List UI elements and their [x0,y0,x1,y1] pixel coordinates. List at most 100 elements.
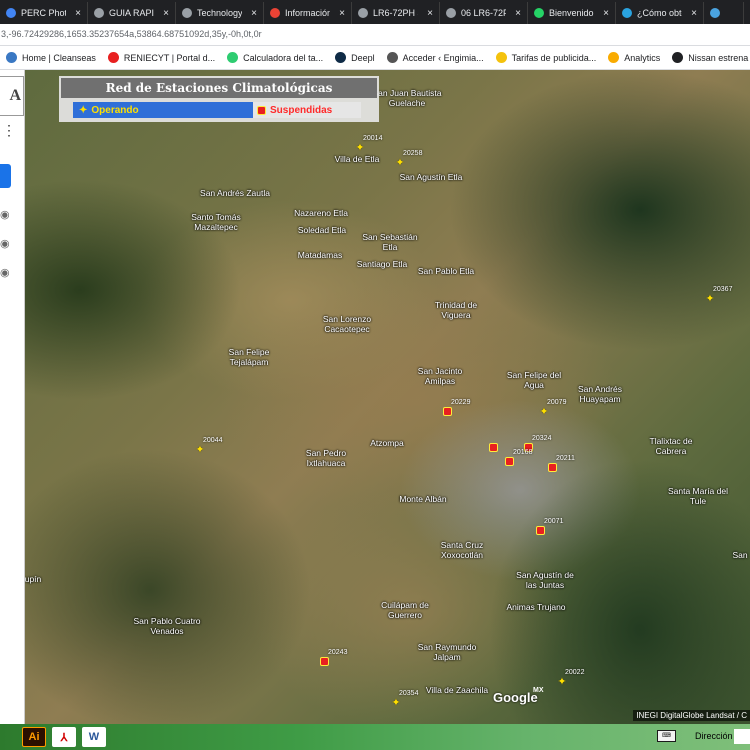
station-operating-marker[interactable]: ✦ 20079 [539,399,566,418]
station-suspended-marker[interactable]: 20168 [505,449,532,467]
station-id-label: 20324 [532,435,552,442]
word-icon[interactable]: W [82,727,106,747]
station-suspended-marker[interactable]: 20071 [536,518,563,536]
globe-icon [94,8,104,18]
bookmark-item[interactable]: Analytics [602,52,666,63]
station-suspended-marker[interactable]: 20243 [320,649,347,667]
layer-visibility-eye-icon[interactable]: ◉ [0,208,10,221]
place-label: Villa de Etla [334,154,380,164]
legend-suspended: Suspendidas [253,102,361,118]
station-operating-marker[interactable]: ✦ 20354 [391,690,418,709]
legend-suspended-label: Suspendidas [270,104,333,116]
legend-title: Red de Estaciones Climatológicas [61,78,377,98]
station-operating-marker[interactable]: ✦ 20014 [355,135,382,154]
nissan-icon [672,52,684,63]
earth-icon [710,8,720,18]
tab-title: LR6-72PH 3- [373,8,418,18]
close-tab-icon[interactable]: × [339,8,345,19]
bookmark-item[interactable]: Nissan estrena sus t... [666,52,750,63]
browser-tab[interactable]: Bienvenido × [528,2,616,24]
google-logo: Google [493,690,538,705]
url-text[interactable]: 3,-96.72429286,1653.35237654a,53864.6875… [1,29,262,39]
bookmark-label: Calculadora del ta... [243,52,324,63]
direccion-input[interactable] [734,729,750,744]
bookmark-item[interactable]: Tarifas de publicida... [490,52,603,63]
close-tab-icon[interactable]: × [603,8,609,19]
place-label: San Raymundo Jalpam [417,642,477,662]
panel-action-button[interactable] [0,164,11,188]
satellite-map[interactable]: Google MX INEGI DigitalGlobe Landsat / C… [0,70,750,724]
more-options-icon[interactable]: ⋮ [2,122,16,139]
browser-tab[interactable]: Technology × [176,2,264,24]
station-suspended-marker[interactable]: 20229 [443,399,470,417]
browser-tab-strip: PERC Photov×GUIA RAPID×Technology×Inform… [0,0,750,24]
place-label: San Andrés Huayapam [578,384,622,404]
place-label: Animas Trujano [506,602,566,612]
bookmark-item[interactable]: Calculadora del ta... [221,52,329,63]
keyboard-icon[interactable]: ⌨ [657,730,676,742]
illustrator-icon[interactable]: Ai [22,727,46,747]
windows-taskbar: Ai ⅄ W ⌨ Dirección [0,724,750,750]
place-label: Santa María del Tule [667,486,728,506]
place-label: San Pablo Cuatro Venados [133,616,201,636]
operating-star-icon: ✦ [195,444,205,456]
place-label: San Pablo Etla [417,266,475,276]
tab-title: Technology [197,8,243,18]
layer-visibility-eye-icon[interactable]: ◉ [0,237,10,250]
station-operating-marker[interactable]: ✦ 20258 [395,150,422,169]
tab-title: Bienvenido [549,8,594,18]
station-id-label: 20044 [203,437,223,444]
bookmark-label: Nissan estrena sus t... [688,52,750,63]
station-operating-marker[interactable]: ✦ 20044 [195,437,222,456]
place-label: San Felipe del Agua [506,370,562,390]
station-id-label: 20229 [451,399,471,406]
bookmark-label: Analytics [624,52,661,63]
place-label: Santo Tomás Mazaltepec [191,212,241,232]
place-label: San Felipe Tejalápam [228,347,270,367]
browser-tab[interactable]: LR6-72PH 3- × [352,2,440,24]
layer-visibility-eye-icon[interactable]: ◉ [0,266,10,279]
tab-title: ¿Cómo obte [637,8,683,18]
map-attribution[interactable]: INEGI DigitalGlobe Landsat / C [633,710,750,721]
bulb-icon [495,52,507,63]
operating-star-icon: ✦ [355,142,365,154]
operating-star-icon: ✦ [557,676,567,688]
browser-tab[interactable]: Información × [264,2,352,24]
close-tab-icon[interactable]: × [163,8,169,19]
bookmark-item[interactable]: Acceder ‹ Engimia... [381,52,490,63]
station-id-label: 20022 [565,669,585,676]
station-id-label: 20258 [403,150,423,157]
close-tab-icon[interactable]: × [427,8,433,19]
address-bar[interactable]: 3,-96.72429286,1653.35237654a,53864.6875… [0,24,750,46]
acrobat-icon[interactable]: ⅄ [52,727,76,747]
station-suspended-marker[interactable] [489,443,499,453]
bookmark-item[interactable]: Home | Cleanseas [0,52,102,63]
place-label: Atzompa [370,438,404,448]
operating-star-icon: ✦ [539,406,549,418]
close-tab-icon[interactable]: × [515,8,521,19]
station-suspended-marker[interactable]: 20211 [548,455,575,473]
browser-tab[interactable]: GUIA RAPID × [88,2,176,24]
place-label: San Agustín Etla [399,172,463,182]
whatsapp-icon [534,8,544,18]
close-tab-icon[interactable]: × [75,8,81,19]
bookmark-label: RENIECYT | Portal d... [123,52,216,63]
close-tab-icon[interactable]: × [691,8,697,19]
station-operating-marker[interactable]: ✦ 20367 [705,286,732,305]
bookmark-item[interactable]: RENIECYT | Portal d... [102,52,221,63]
layers-side-panel: A ⋮ ◉ ◉ ◉ [0,70,25,724]
bookmark-label: Tarifas de publicida... [511,52,597,63]
browser-tab[interactable]: 06 LR6-72PF × [440,2,528,24]
browser-tab[interactable]: PERC Photov × [0,2,88,24]
place-label: San Pedro Ixtlahuaca [305,448,347,468]
browser-tab[interactable]: ¿Cómo obte × [616,2,704,24]
globe-icon [182,8,192,18]
browser-tab[interactable] [704,2,744,24]
close-tab-icon[interactable]: × [251,8,257,19]
calculator-icon [227,52,239,63]
station-id-label: 20243 [328,649,348,656]
station-operating-marker[interactable]: ✦ 20022 [557,669,584,688]
bookmark-item[interactable]: Deepl [329,52,381,63]
telegram-icon [622,8,632,18]
station-id-label: 20211 [556,455,575,462]
